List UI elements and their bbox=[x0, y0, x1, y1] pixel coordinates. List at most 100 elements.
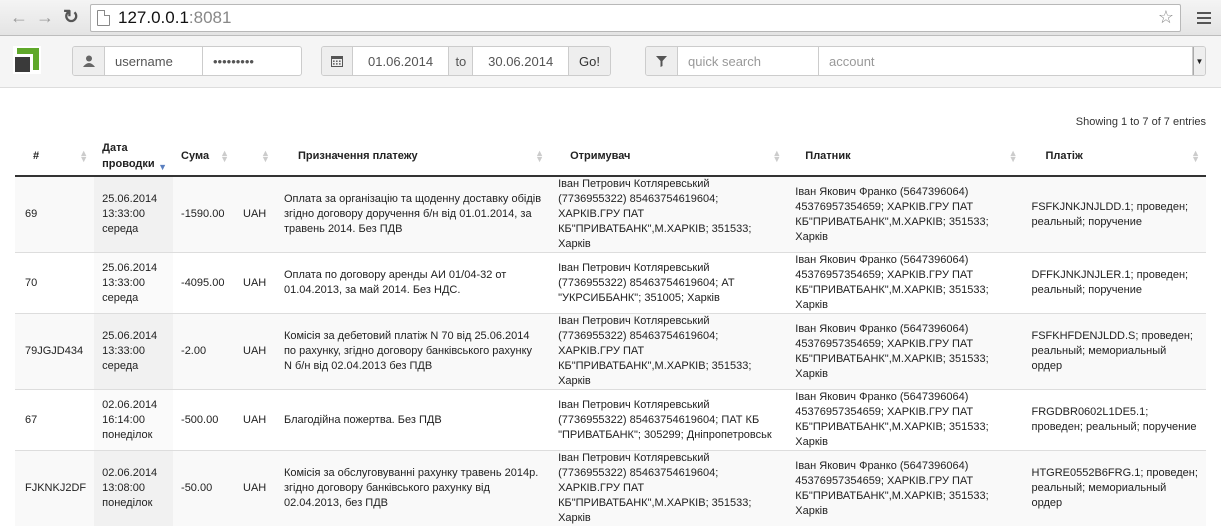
id-id: 79JGJD434 bbox=[25, 344, 86, 359]
column-header-3[interactable]: ▲▼ bbox=[235, 136, 276, 176]
table-row[interactable]: 7025.06.201413:33:00середа-4095.00UAHОпл… bbox=[15, 253, 1206, 314]
account-select-caret-icon[interactable]: ▼ bbox=[1193, 47, 1205, 75]
purpose-cell: Оплата по договору аренды АИ 01/04-32 от… bbox=[276, 253, 550, 314]
arrow-right-icon: → bbox=[36, 7, 54, 28]
app-toolbar: username ••••••••• 01.06.2014 to 30.06.2… bbox=[0, 36, 1221, 88]
column-header-7[interactable]: Платіж▲▼ bbox=[1024, 136, 1207, 176]
recipient-recipient: Іван Петрович Котляревський (7736955322)… bbox=[558, 314, 779, 389]
purpose-purpose: Комісія за обслуговуванні рахунку травен… bbox=[284, 466, 542, 511]
table-row[interactable]: 69 25.06.201413:33:00середа -1590.00 UAHОпл… bbox=[15, 176, 1206, 253]
table-row[interactable]: FJKNKJ2DF 02.06.201413:08:00понеділок -50.… bbox=[15, 451, 1206, 526]
payment-cell: FRGDBR0602L1DE5.1; проведен; реальный; п… bbox=[1024, 390, 1207, 451]
currency-currency: UAH bbox=[243, 276, 268, 291]
date-weekday: середа bbox=[102, 291, 165, 306]
date-date: 25.06.2014 bbox=[102, 329, 165, 344]
forward-button[interactable]: → bbox=[32, 5, 58, 31]
payment-payment: FSFKHFDENJLDD.S; проведен; реальный; мем… bbox=[1032, 329, 1199, 374]
sort-icon: ▲▼ bbox=[1009, 150, 1018, 162]
column-header-0[interactable]: # ▲▼ bbox=[15, 136, 94, 176]
payer-cell: Іван Якович Франко (5647396064) 45376957… bbox=[787, 314, 1023, 390]
currency-cell: UAH bbox=[235, 176, 276, 253]
amount-amount: -500.00 bbox=[181, 413, 227, 428]
currency-currency: UAH bbox=[243, 481, 268, 496]
id-id: FJKNKJ2DF bbox=[25, 481, 86, 496]
id-cell: 69 bbox=[15, 176, 94, 253]
table-row[interactable]: 6702.06.201416:14:00понеділок-500.00UAHБ… bbox=[15, 390, 1206, 451]
username-field[interactable]: username bbox=[105, 47, 203, 75]
date-time: 13:33:00 bbox=[102, 207, 165, 222]
column-header-5[interactable]: Отримувач▲▼ bbox=[550, 136, 787, 176]
payer-payer: Іван Якович Франко (5647396064) 45376957… bbox=[795, 322, 1015, 382]
purpose-purpose: Оплата по договору аренды АИ 01/04-32 от… bbox=[284, 268, 542, 298]
column-header-1[interactable]: Дата проводки▼ bbox=[94, 136, 173, 176]
back-button[interactable]: ← bbox=[6, 5, 32, 31]
amount-cell: -4095.00 bbox=[173, 253, 235, 314]
password-field[interactable]: ••••••••• bbox=[203, 47, 301, 75]
currency-cell: UAH bbox=[235, 390, 276, 451]
id-id: 69 bbox=[25, 207, 86, 222]
column-header-6[interactable]: Платник▲▼ bbox=[787, 136, 1023, 176]
id-id: 67 bbox=[25, 413, 86, 428]
id-cell: 79JGJD434 bbox=[15, 314, 94, 390]
id-cell: FJKNKJ2DF bbox=[15, 451, 94, 526]
browser-menu-button[interactable] bbox=[1193, 12, 1215, 24]
recipient-cell: Іван Петрович Котляревський (7736955322)… bbox=[550, 253, 787, 314]
page-icon bbox=[97, 10, 110, 26]
date-time: 13:33:00 bbox=[102, 344, 165, 359]
amount-amount: -50.00 bbox=[181, 481, 227, 496]
go-button[interactable]: Go! bbox=[569, 47, 610, 75]
payer-payer: Іван Якович Франко (5647396064) 45376957… bbox=[795, 253, 1015, 313]
currency-currency: UAH bbox=[243, 413, 268, 428]
recipient-cell: Іван Петрович Котляревський (7736955322)… bbox=[550, 451, 787, 526]
amount-cell: -50.00 bbox=[173, 451, 235, 526]
date-time: 13:33:00 bbox=[102, 276, 165, 291]
reload-button[interactable]: ↻ bbox=[58, 5, 84, 31]
payer-cell: Іван Якович Франко (5647396064) 45376957… bbox=[787, 176, 1023, 253]
amount-amount: -1590.00 bbox=[181, 207, 227, 222]
date-weekday: понеділок bbox=[102, 496, 165, 511]
column-header-label: Сума bbox=[181, 150, 209, 162]
date-cell: 25.06.201413:33:00середа bbox=[94, 176, 173, 253]
table-row[interactable]: 79JGJD434 25.06.201413:33:00середа -2.00 UA… bbox=[15, 314, 1206, 390]
user-icon bbox=[73, 47, 105, 75]
amount-amount: -2.00 bbox=[181, 344, 227, 359]
payer-payer: Іван Якович Франко (5647396064) 45376957… bbox=[795, 185, 1015, 245]
sort-icon: ▲▼ bbox=[79, 150, 88, 162]
id-id: 70 bbox=[25, 276, 86, 291]
recipient-cell: Іван Петрович Котляревський (7736955322)… bbox=[550, 390, 787, 451]
date-to-input[interactable]: 30.06.2014 bbox=[473, 47, 569, 75]
purpose-purpose: Благодійна пожертва. Без ПДВ bbox=[284, 413, 542, 428]
payer-payer: Іван Якович Франко (5647396064) 45376957… bbox=[795, 459, 1015, 519]
account-select[interactable]: account bbox=[819, 47, 1193, 75]
payment-payment: HTGRE0552B6FRG.1; проведен; реальный; ме… bbox=[1032, 466, 1199, 511]
sort-icon: ▲▼ bbox=[1191, 150, 1200, 162]
address-bar[interactable]: 127.0.0.1:8081 ☆ bbox=[90, 4, 1181, 32]
payment-cell: HTGRE0552B6FRG.1; проведен; реальный; ме… bbox=[1024, 451, 1207, 526]
date-from-input[interactable]: 01.06.2014 bbox=[353, 47, 450, 75]
column-header-2[interactable]: Сума▲▼ bbox=[173, 136, 235, 176]
currency-cell: UAH bbox=[235, 314, 276, 390]
arrow-left-icon: ← bbox=[10, 7, 28, 28]
date-date: 02.06.2014 bbox=[102, 466, 165, 481]
id-cell: 67 bbox=[15, 390, 94, 451]
date-cell: 25.06.201413:33:00середа bbox=[94, 314, 173, 390]
payment-cell: FSFKHFDENJLDD.S; проведен; реальный; мем… bbox=[1024, 314, 1207, 390]
date-cell: 02.06.201413:08:00понеділок bbox=[94, 451, 173, 526]
date-weekday: середа bbox=[102, 359, 165, 374]
column-header-4[interactable]: Призначення платежу▲▼ bbox=[276, 136, 550, 176]
recipient-recipient: Іван Петрович Котляревський (7736955322)… bbox=[558, 451, 779, 526]
quick-search-input[interactable]: quick search bbox=[678, 47, 819, 75]
bookmark-star-icon[interactable]: ☆ bbox=[1158, 7, 1174, 28]
payment-cell: FSFKJNKJNJLDD.1; проведен; реальный; пор… bbox=[1024, 176, 1207, 253]
currency-cell: UAH bbox=[235, 253, 276, 314]
transactions-table: #▲▼Дата проводки▼Сума▲▼▲▼Призначення пла… bbox=[15, 136, 1206, 526]
date-cell: 25.06.201413:33:00середа bbox=[94, 253, 173, 314]
table-info: Showing 1 to 7 of 7 entries bbox=[1076, 116, 1206, 128]
amount-cell: -2.00 bbox=[173, 314, 235, 390]
purpose-cell: Оплата за організацію та щоденну доставк… bbox=[276, 176, 550, 253]
payer-payer: Іван Якович Франко (5647396064) 45376957… bbox=[795, 390, 1015, 450]
date-date: 25.06.2014 bbox=[102, 261, 165, 276]
url-port: :8081 bbox=[189, 8, 232, 28]
browser-toolbar: ← → ↻ 127.0.0.1:8081 ☆ bbox=[0, 0, 1221, 36]
column-header-label: # bbox=[23, 150, 39, 162]
